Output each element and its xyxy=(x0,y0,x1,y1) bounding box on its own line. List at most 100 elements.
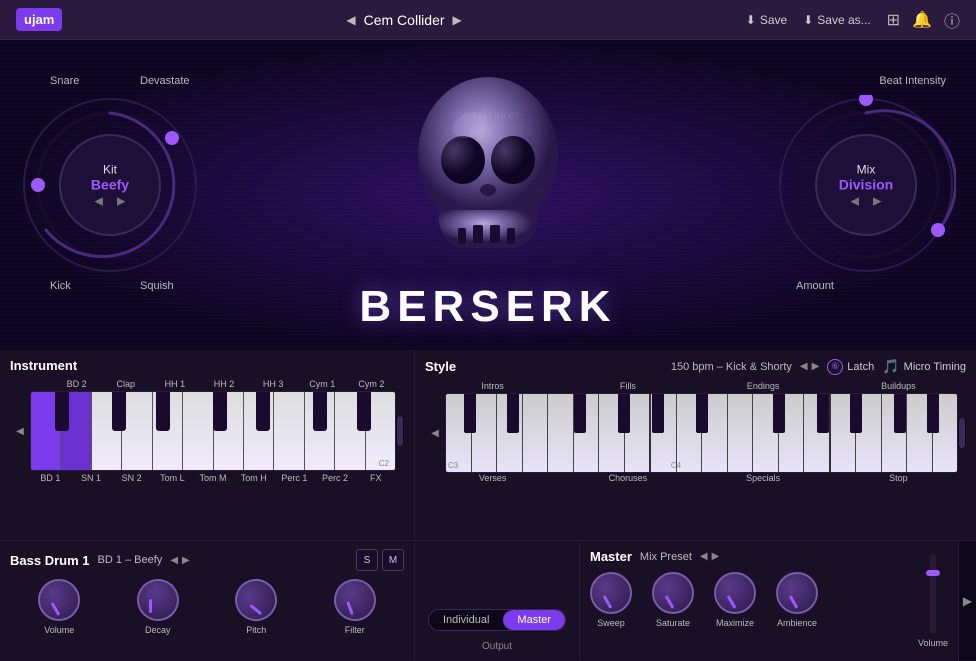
volume-knob[interactable] xyxy=(38,579,80,621)
s-button[interactable]: S xyxy=(356,549,378,571)
bd-next-button[interactable]: ▶ xyxy=(182,555,190,566)
ambience-knob[interactable] xyxy=(776,572,818,614)
bpm-label: 150 bpm – Kick & Shorty xyxy=(671,361,792,373)
save-as-button[interactable]: ⬇ Save as... xyxy=(803,13,870,27)
bell-icon[interactable]: 🔔 xyxy=(912,10,932,30)
master-next-button[interactable]: ▶ xyxy=(712,551,720,562)
sk4[interactable] xyxy=(523,394,549,472)
white-key-5[interactable] xyxy=(153,392,183,470)
white-key-4[interactable] xyxy=(122,392,152,470)
sk2[interactable] xyxy=(472,394,498,472)
sk3[interactable] xyxy=(497,394,523,472)
white-key-2[interactable] xyxy=(61,392,91,470)
section-fills: Fills xyxy=(560,381,695,391)
white-key-6[interactable] xyxy=(183,392,213,470)
bd-prev-button[interactable]: ◀ xyxy=(170,555,178,566)
mix-preset-label: Mix Preset xyxy=(640,551,692,563)
master-prev-button[interactable]: ◀ xyxy=(700,551,708,562)
sk5[interactable] xyxy=(548,394,574,472)
master-button[interactable]: Master xyxy=(503,610,565,630)
filter-knob[interactable] xyxy=(330,576,379,625)
sk11[interactable] xyxy=(702,394,728,472)
kit-prev-button[interactable]: ◀ xyxy=(95,195,103,208)
c3-label: C3 xyxy=(448,461,458,470)
sk6[interactable] xyxy=(574,394,600,472)
style-next-button[interactable]: ▶ xyxy=(812,361,820,372)
knob-volume: Volume xyxy=(38,579,80,635)
info-icon[interactable]: ⓘ xyxy=(944,8,960,32)
kit-knob[interactable]: Kit Beefy ◀ ▶ xyxy=(20,95,200,275)
white-key-1[interactable] xyxy=(31,392,61,470)
style-scroll-left[interactable]: ◀ xyxy=(425,428,445,439)
latch-button[interactable]: ⑥ Latch xyxy=(827,359,874,375)
section-stop: Stop xyxy=(831,473,966,483)
piano-scroll-left[interactable]: ◀ xyxy=(10,426,30,437)
master-volume-label: Volume xyxy=(918,638,948,648)
label-perc1: Perc 1 xyxy=(274,473,315,483)
kit-next-button[interactable]: ▶ xyxy=(117,195,125,208)
white-key-3[interactable] xyxy=(92,392,122,470)
sk16[interactable] xyxy=(831,394,857,472)
volume-slider-track[interactable] xyxy=(930,554,936,634)
style-keyboard[interactable]: C3 C4 xyxy=(445,393,958,473)
top-bar-left: ujam xyxy=(16,8,62,31)
kit-value: Beefy xyxy=(91,177,129,193)
m-button[interactable]: M xyxy=(382,549,404,571)
saturate-knob[interactable] xyxy=(652,572,694,614)
style-controls: 150 bpm – Kick & Shorty ◀ ▶ ⑥ Latch 🎵 Mi… xyxy=(671,358,966,375)
kit-knob-text: Kit Beefy ◀ ▶ xyxy=(91,163,129,208)
style-title: Style xyxy=(425,359,456,374)
mix-prev-button[interactable]: ◀ xyxy=(851,195,859,208)
instrument-piano-area: BD 2 Clap HH 1 HH 2 HH 3 Cym 1 Cym 2 xyxy=(30,379,396,483)
pitch-knob[interactable] xyxy=(229,573,283,627)
preset-next-button[interactable]: ▶ xyxy=(453,13,462,27)
style-prev-button[interactable]: ◀ xyxy=(800,361,808,372)
expand-icon[interactable]: ⊞ xyxy=(887,10,900,30)
white-key-8[interactable] xyxy=(244,392,274,470)
sk20[interactable] xyxy=(933,394,958,472)
section-specials: Specials xyxy=(696,473,831,483)
individual-button[interactable]: Individual xyxy=(429,610,503,630)
squish-label: Squish xyxy=(140,280,174,292)
white-key-10[interactable] xyxy=(305,392,335,470)
mix-next-button[interactable]: ▶ xyxy=(873,195,881,208)
mix-label: Mix xyxy=(839,163,893,177)
sk8[interactable] xyxy=(625,394,652,472)
pitch-knob-label: Pitch xyxy=(246,625,266,635)
sweep-knob[interactable] xyxy=(590,572,632,614)
maximize-knob[interactable] xyxy=(714,572,756,614)
sk14[interactable] xyxy=(779,394,805,472)
volume-slider-area: Volume xyxy=(918,541,948,660)
sk13[interactable] xyxy=(753,394,779,472)
sk17[interactable] xyxy=(856,394,882,472)
hero-skull: beatMaker xyxy=(378,40,598,320)
sk12[interactable] xyxy=(728,394,754,472)
preset-prev-button[interactable]: ◀ xyxy=(346,13,355,27)
sk7[interactable] xyxy=(599,394,625,472)
mix-knob-text: Mix Division ◀ ▶ xyxy=(839,163,893,208)
label-hh3: HH 3 xyxy=(249,379,298,389)
label-bd2: BD 2 xyxy=(52,379,101,389)
collapse-panel[interactable]: ▶ xyxy=(958,541,976,660)
white-key-7[interactable] xyxy=(214,392,244,470)
sk19[interactable] xyxy=(907,394,933,472)
micro-timing-button[interactable]: 🎵 Micro Timing xyxy=(882,358,966,375)
white-key-11[interactable] xyxy=(335,392,365,470)
instrument-scrollbar[interactable] xyxy=(396,416,404,446)
decay-knob[interactable] xyxy=(129,571,186,628)
mix-knob[interactable]: Mix Division ◀ ▶ xyxy=(776,95,956,275)
save-button[interactable]: ⬇ Save xyxy=(746,13,787,27)
volume-slider-thumb[interactable] xyxy=(926,570,940,576)
kick-label: Kick xyxy=(50,280,71,292)
maximize-knob-label: Maximize xyxy=(716,618,754,628)
skull-svg xyxy=(398,70,578,290)
latch-label: Latch xyxy=(847,361,874,373)
sk18[interactable] xyxy=(882,394,908,472)
style-scrollbar[interactable] xyxy=(958,418,966,448)
bass-drum-header: Bass Drum 1 BD 1 – Beefy ◀ ▶ S M xyxy=(10,549,404,571)
instrument-keyboard[interactable]: C2 xyxy=(30,391,396,471)
sk15[interactable] xyxy=(804,394,831,472)
master-panel: Master Mix Preset ◀ ▶ Sweep Saturate xyxy=(580,541,958,660)
section-choruses: Choruses xyxy=(560,473,695,483)
white-key-9[interactable] xyxy=(274,392,304,470)
